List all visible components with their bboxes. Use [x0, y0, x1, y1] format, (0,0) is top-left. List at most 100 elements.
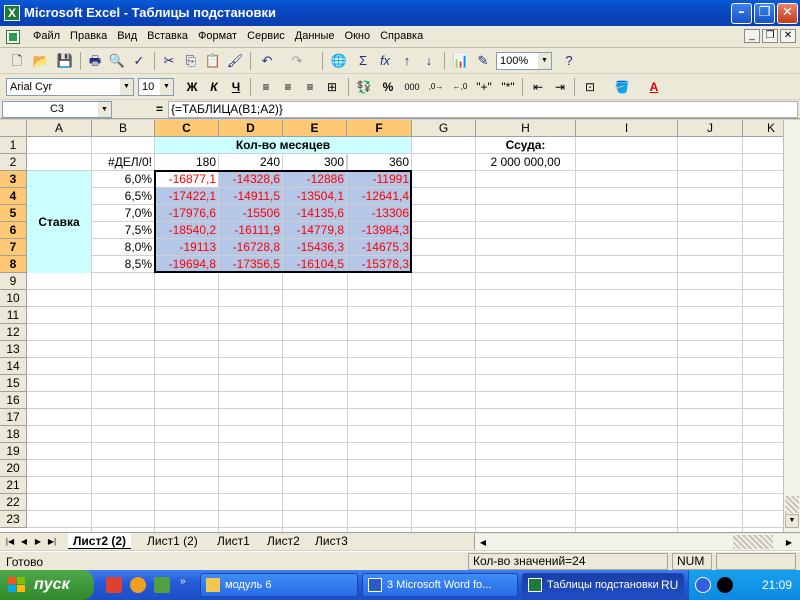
- language-indicator[interactable]: RU: [661, 578, 678, 592]
- align-center-icon[interactable]: ≡: [278, 77, 298, 97]
- redo-icon[interactable]: ↷: [286, 51, 308, 71]
- chart-wizard-icon[interactable]: 📊: [450, 51, 472, 71]
- borders-icon[interactable]: ⊡: [580, 77, 600, 97]
- table-cell[interactable]: -15506: [219, 205, 283, 222]
- excel-app-icon[interactable]: [4, 5, 20, 21]
- italic-button[interactable]: К: [204, 77, 224, 97]
- table-cell[interactable]: -14135,6: [283, 205, 347, 222]
- table-cell-c3[interactable]: -16877,1: [155, 171, 219, 188]
- row-header[interactable]: 21: [0, 477, 27, 494]
- undo-icon[interactable]: ↶: [256, 51, 278, 71]
- increase-decimal-icon[interactable]: ,0→: [426, 77, 446, 97]
- underline-button[interactable]: Ч: [226, 77, 246, 97]
- months-cell[interactable]: 180: [155, 154, 219, 171]
- months-cell[interactable]: 300: [283, 154, 347, 171]
- row-header[interactable]: 23: [0, 511, 27, 528]
- hyperlink-icon[interactable]: 🌐: [328, 51, 350, 71]
- row-header[interactable]: 2: [0, 154, 27, 171]
- copy-icon[interactable]: ⎘: [180, 51, 202, 71]
- last-sheet-icon[interactable]: ▶|: [46, 535, 58, 548]
- row-header[interactable]: 17: [0, 409, 27, 426]
- align-right-icon[interactable]: ≡: [300, 77, 320, 97]
- column-header-c[interactable]: C: [155, 120, 219, 137]
- row-header[interactable]: 14: [0, 358, 27, 375]
- loan-label-cell[interactable]: Ссуда:: [476, 137, 576, 154]
- task-module6[interactable]: модуль 6: [200, 573, 358, 597]
- new-document-icon[interactable]: 🗋: [6, 51, 28, 71]
- tab-list2-2[interactable]: Лист2 (2): [68, 533, 132, 549]
- table-cell[interactable]: -16111,9: [219, 222, 283, 239]
- row-header[interactable]: 9: [0, 273, 27, 290]
- rate-cell[interactable]: 7,5%: [92, 222, 155, 239]
- quicklaunch-acrobat-icon[interactable]: [106, 577, 122, 593]
- table-cell[interactable]: -12886: [283, 171, 347, 188]
- table-cell[interactable]: -19694,8: [155, 256, 219, 273]
- table-cell[interactable]: -16728,8: [219, 239, 283, 256]
- prev-sheet-icon[interactable]: ◀: [18, 535, 30, 548]
- column-header-b[interactable]: B: [92, 120, 155, 137]
- menu-window[interactable]: Окно: [340, 30, 376, 42]
- decrease-indent-icon[interactable]: ⇤: [528, 77, 548, 97]
- task-word[interactable]: 3 Microsoft Word fo...: [362, 573, 518, 597]
- row-header[interactable]: 5: [0, 205, 27, 222]
- table-cell[interactable]: -13306: [347, 205, 412, 222]
- formula-input[interactable]: {=ТАБЛИЦА(B1;A2)}: [168, 101, 798, 118]
- quicklaunch-more-icon[interactable]: »: [180, 576, 186, 587]
- print-preview-icon[interactable]: 🔍: [106, 51, 128, 71]
- table-cell[interactable]: -13984,3: [347, 222, 412, 239]
- chevron-down-icon[interactable]: ▼: [98, 102, 111, 117]
- row-header[interactable]: 8: [0, 256, 27, 273]
- first-sheet-icon[interactable]: |◀: [4, 535, 16, 548]
- row-header[interactable]: 7: [0, 239, 27, 256]
- row-header[interactable]: 11: [0, 307, 27, 324]
- align-left-icon[interactable]: ≡: [256, 77, 276, 97]
- rate-cell[interactable]: 8,0%: [92, 239, 155, 256]
- chevron-down-icon[interactable]: ▼: [160, 79, 173, 95]
- rate-cell[interactable]: 6,0%: [92, 171, 155, 188]
- row-header[interactable]: 19: [0, 443, 27, 460]
- row-header[interactable]: 3: [0, 171, 27, 188]
- start-button[interactable]: пуск: [0, 570, 94, 600]
- row-header[interactable]: 12: [0, 324, 27, 341]
- cut-icon[interactable]: ✂: [158, 51, 180, 71]
- chevron-down-icon[interactable]: ▼: [538, 53, 551, 69]
- task-excel[interactable]: Таблицы подстановки: [522, 573, 684, 597]
- table-cell[interactable]: -14779,8: [283, 222, 347, 239]
- row-header[interactable]: 6: [0, 222, 27, 239]
- table-cell[interactable]: -17356,5: [219, 256, 283, 273]
- spelling-icon[interactable]: ✓: [128, 51, 150, 71]
- table-cell[interactable]: -14911,5: [219, 188, 283, 205]
- chevron-down-icon[interactable]: ▼: [120, 79, 133, 95]
- custom-button-1[interactable]: "+": [474, 77, 494, 97]
- bold-button[interactable]: Ж: [182, 77, 202, 97]
- column-header-g[interactable]: G: [412, 120, 476, 137]
- quicklaunch-media-icon[interactable]: [130, 577, 146, 593]
- scroll-right-icon[interactable]: ▶: [783, 536, 795, 549]
- network-icon[interactable]: [695, 577, 711, 593]
- font-color-icon[interactable]: A: [644, 77, 664, 97]
- scroll-thumb[interactable]: [785, 496, 799, 513]
- table-cell[interactable]: -17422,1: [155, 188, 219, 205]
- menu-file[interactable]: Файл: [28, 30, 65, 42]
- name-box[interactable]: C3 ▼: [2, 101, 112, 118]
- menu-view[interactable]: Вид: [112, 30, 142, 42]
- sort-descending-icon[interactable]: ↓: [418, 51, 440, 71]
- scroll-left-icon[interactable]: ◀: [477, 536, 489, 549]
- months-cell[interactable]: 240: [219, 154, 283, 171]
- table-cell[interactable]: -19113: [155, 239, 219, 256]
- workbook-restore-button[interactable]: ❐: [762, 29, 778, 43]
- tab-list2[interactable]: Лист2: [262, 533, 305, 549]
- months-header-cell[interactable]: Кол-во месяцев: [155, 137, 411, 154]
- column-header-e[interactable]: E: [283, 120, 347, 137]
- months-cell[interactable]: 360: [347, 154, 412, 171]
- format-painter-icon[interactable]: 🖌: [224, 51, 246, 71]
- row-header[interactable]: 22: [0, 494, 27, 511]
- thousands-button[interactable]: 000: [402, 77, 422, 97]
- menu-edit[interactable]: Правка: [65, 30, 112, 42]
- increase-indent-icon[interactable]: ⇥: [550, 77, 570, 97]
- custom-button-2[interactable]: "*": [498, 77, 518, 97]
- workbook-close-button[interactable]: ✕: [780, 29, 796, 43]
- table-cell[interactable]: -17976,6: [155, 205, 219, 222]
- font-name-select[interactable]: Arial Cyr ▼: [6, 78, 134, 96]
- column-header-j[interactable]: J: [678, 120, 743, 137]
